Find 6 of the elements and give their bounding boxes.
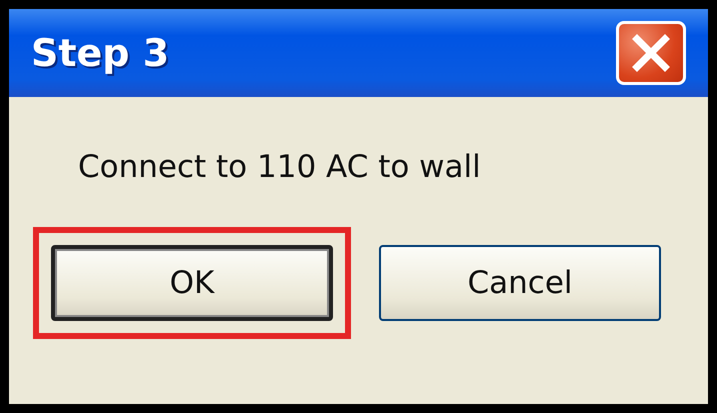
close-icon <box>631 33 671 73</box>
close-button[interactable] <box>616 21 686 85</box>
message-text: Connect to 110 AC to wall <box>78 149 482 185</box>
window-title: Step 3 <box>31 31 170 75</box>
dialog-button[interactable]: Cancel <box>379 245 661 321</box>
dialog-button[interactable]: OK <box>51 245 333 321</box>
